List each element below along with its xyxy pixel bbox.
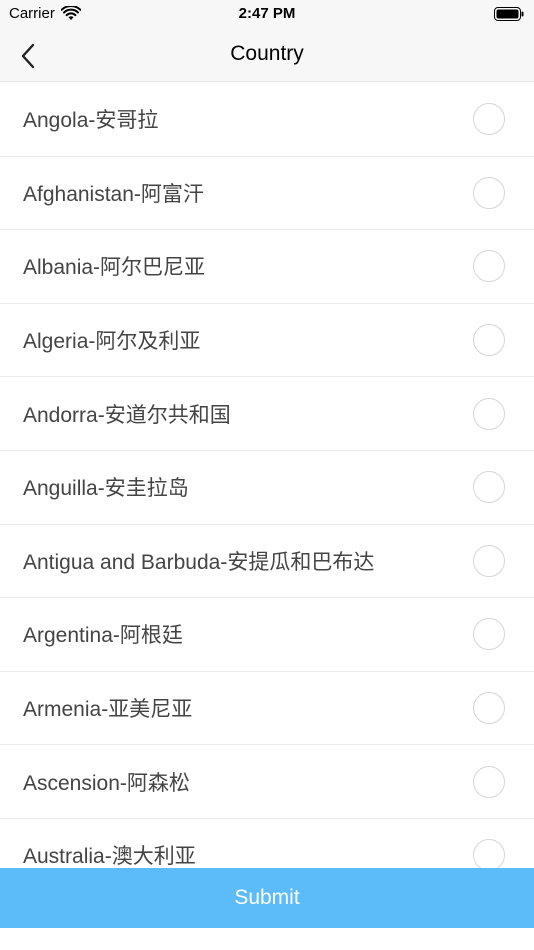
radio-button-icon[interactable] (473, 765, 505, 798)
battery-icon (494, 7, 524, 21)
country-row[interactable]: Australia-澳大利亚 (0, 819, 534, 868)
radio-button-icon[interactable] (473, 397, 505, 430)
country-row[interactable]: Ascension-阿森松 (0, 745, 534, 819)
navigation-bar: Country (0, 30, 534, 82)
radio-button-icon[interactable] (473, 471, 505, 504)
country-row[interactable]: Antigua and Barbuda-安提瓜和巴布达 (0, 525, 534, 599)
clock: 2:47 PM (238, 5, 296, 22)
country-label: Afghanistan-阿富汗 (23, 182, 204, 206)
country-label: Antigua and Barbuda-安提瓜和巴布达 (23, 550, 375, 574)
country-label: Albania-阿尔巴尼亚 (23, 256, 206, 280)
country-label: Australia-澳大利亚 (23, 845, 196, 868)
country-row[interactable]: Anguilla-安圭拉岛 (0, 451, 534, 525)
page-title: Country (230, 42, 304, 65)
radio-button-icon[interactable] (473, 324, 505, 357)
submit-button[interactable]: Submit (0, 868, 534, 928)
country-list[interactable]: Angola-安哥拉 Afghanistan-阿富汗 Albania-阿尔巴尼亚 Al… (0, 83, 534, 868)
radio-button-icon[interactable] (473, 544, 505, 577)
radio-button-icon[interactable] (473, 839, 505, 868)
country-label: Algeria-阿尔及利亚 (23, 330, 201, 354)
country-label: Armenia-亚美尼亚 (23, 698, 193, 722)
radio-button-icon[interactable] (473, 176, 505, 209)
radio-button-icon[interactable] (473, 618, 505, 651)
country-row[interactable]: Andorra-安道尔共和国 (0, 377, 534, 451)
radio-button-icon[interactable] (473, 250, 505, 283)
country-label: Argentina-阿根廷 (23, 624, 183, 648)
country-label: Angola-安哥拉 (23, 109, 159, 133)
country-row[interactable]: Angola-安哥拉 (0, 83, 534, 157)
status-bar: Carrier 2:47 PM (0, 0, 534, 30)
country-row[interactable]: Algeria-阿尔及利亚 (0, 304, 534, 378)
country-row[interactable]: Albania-阿尔巴尼亚 (0, 230, 534, 304)
country-label: Ascension-阿森松 (23, 771, 190, 795)
radio-button-icon[interactable] (473, 103, 505, 136)
country-row[interactable]: Afghanistan-阿富汗 (0, 157, 534, 231)
country-row[interactable]: Armenia-亚美尼亚 (0, 672, 534, 746)
country-label: Anguilla-安圭拉岛 (23, 477, 189, 501)
radio-button-icon[interactable] (473, 692, 505, 725)
bottom-safe-area (0, 928, 534, 950)
country-label: Andorra-安道尔共和国 (23, 403, 231, 427)
country-row[interactable]: Argentina-阿根廷 (0, 598, 534, 672)
